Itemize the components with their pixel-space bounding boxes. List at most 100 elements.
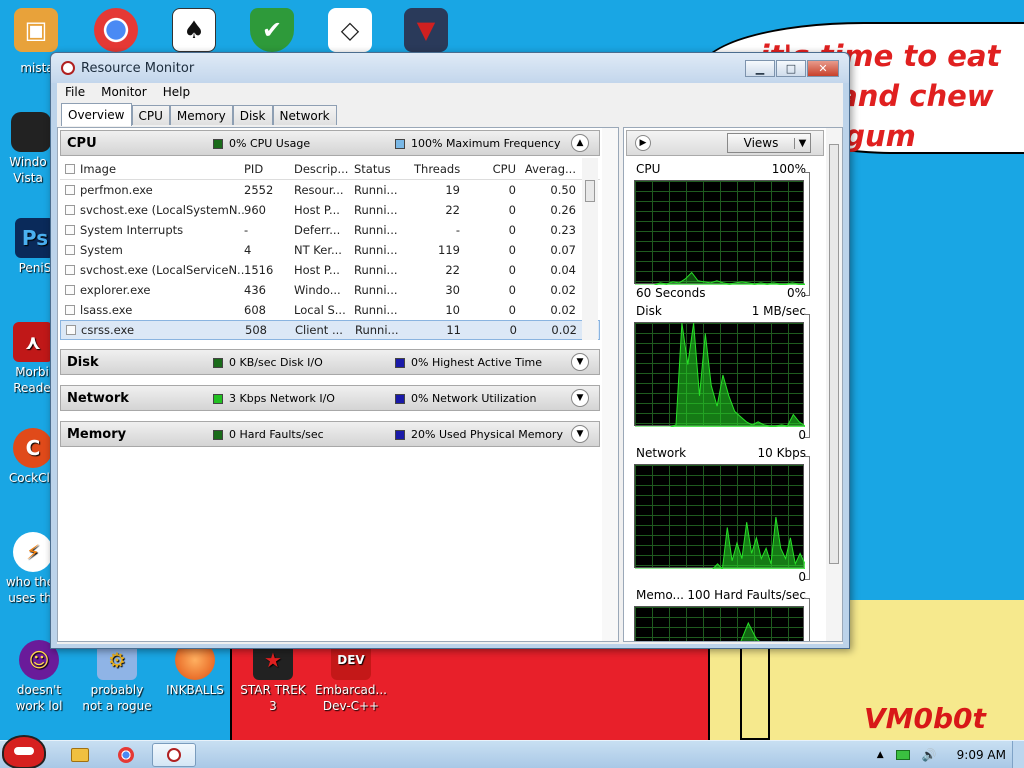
row-checkbox[interactable] [60,225,80,235]
tab-network[interactable]: Network [272,105,337,125]
overview-scrollbar[interactable] [602,128,618,641]
chevron-right-icon[interactable]: ▶ [635,135,651,151]
views-dropdown[interactable]: Views ▼ [727,133,811,153]
shield-icon[interactable]: ✔ [250,8,294,52]
eagle-icon[interactable]: ▼ [404,8,448,52]
taskbar-chrome-button[interactable] [104,743,148,767]
cell-description: Client ... [295,323,343,337]
graph-scale: 100% [771,162,806,176]
title-bar[interactable]: Resource Monitor ▁ □ ✕ [51,53,849,83]
cpu-frequency-swatch [395,138,405,149]
row-checkbox[interactable] [60,205,80,215]
column-status[interactable]: Status [354,162,414,176]
cell-average: 0.02 [551,323,577,337]
graph-pane-toolbar: ▶ Views ▼ [626,130,824,156]
table-row[interactable]: svchost.exe (LocalSystemN... 960 Host P...… [60,200,600,220]
scrollbar-thumb[interactable] [829,144,839,564]
network-tray-icon[interactable] [895,750,910,760]
chevron-down-icon[interactable]: ▼ [571,389,589,407]
cell-image: lsass.exe [80,303,133,317]
unity-icon[interactable]: ◇ [328,8,372,52]
row-checkbox[interactable] [60,305,80,315]
column-pid[interactable]: PID [244,162,294,176]
row-checkbox[interactable] [60,245,80,255]
solitaire-icon[interactable]: ♠ [172,8,216,52]
chrome-icon[interactable] [94,8,138,52]
cell-threads: 119 [438,243,460,257]
table-row[interactable]: System 4 NT Ker... Runni... 119 0 0.07 [60,240,600,260]
graph-scale: 10 Kbps [757,446,806,460]
column-cpu[interactable]: CPU [460,162,516,176]
taskbar-explorer-button[interactable] [58,743,102,767]
row-checkbox[interactable] [60,285,80,295]
desktop-icon-devcpp[interactable]: DEV Embarcad... Dev-C++ [314,640,388,714]
close-button[interactable]: ✕ [807,60,839,77]
select-all-checkbox[interactable] [60,163,80,174]
menu-help[interactable]: Help [163,85,190,99]
desktop-icon-label: Embarcad... Dev-C++ [315,683,387,713]
desktop-icon-startrek[interactable]: ★ STAR TREK 3 [236,640,310,714]
cell-pid: 2552 [244,183,274,197]
table-row[interactable]: perfmon.exe 2552 Resour... Runni... 19 0 0.50 [60,180,600,200]
network-section-header[interactable]: Network 3 Kbps Network I/O 0% Network Ut… [60,385,600,411]
column-threads[interactable]: Threads [414,162,460,176]
clock[interactable]: 9:09 AM [957,748,1006,762]
menu-file[interactable]: File [65,85,85,99]
volume-icon[interactable]: 🔊 [922,748,937,762]
table-row[interactable]: System Interrupts - Deferr... Runni... - 0 0.2… [60,220,600,240]
folder-tools-icon[interactable]: ▣ [14,8,58,52]
cell-status: Runni... [354,243,398,257]
memory-section-header[interactable]: Memory 0 Hard Faults/sec 20% Used Physic… [60,421,600,447]
disk-io-swatch [213,357,223,368]
cell-pid: 960 [244,203,266,217]
tab-cpu[interactable]: CPU [131,105,170,125]
cell-description: NT Ker... [294,243,342,257]
wallpaper-yellow-leg [740,640,770,740]
cell-status: Runni... [354,203,398,217]
network-io-text: 3 Kbps Network I/O [229,392,335,405]
disk-section-header[interactable]: Disk 0 KB/sec Disk I/O 0% Highest Active… [60,349,600,375]
network-util-metric: 0% Network Utilization [395,392,537,405]
desktop-icon-yahoo[interactable]: ☺ doesn't work lol [2,640,76,714]
resource-monitor-icon [61,61,75,75]
table-row[interactable]: lsass.exe 608 Local S... Runni... 10 0 0.02 [60,300,600,320]
table-row[interactable]: explorer.exe 436 Windo... Runni... 30 0 0.02 [60,280,600,300]
maximize-button[interactable]: □ [776,60,806,77]
cpu-section-header[interactable]: CPU 0% CPU Usage 100% Maximum Frequency … [60,130,600,156]
chevron-down-icon[interactable]: ▼ [571,353,589,371]
table-row[interactable]: csrss.exe 508 Client ... Runni... 11 0 0.02 [60,320,600,340]
cell-threads: 19 [445,183,460,197]
cell-cpu: 0 [508,243,516,257]
cell-cpu: 0 [508,283,516,297]
process-table-scrollbar[interactable] [582,158,598,340]
cell-pid: 508 [245,323,267,337]
column-description[interactable]: Descrip... [294,162,354,176]
show-desktop-button[interactable] [1012,741,1024,768]
physical-memory-metric: 20% Used Physical Memory [395,428,563,441]
table-row[interactable]: svchost.exe (LocalServiceN... 1516 Host P.… [60,260,600,280]
tab-memory[interactable]: Memory [169,105,233,125]
chevron-down-icon[interactable]: ▼ [571,425,589,443]
cpu-process-table: Image PID Descrip... Status Threads CPU … [60,158,600,340]
network-section-title: Network [67,391,129,406]
minimize-button[interactable]: ▁ [745,60,775,77]
taskbar-resource-monitor-button[interactable] [152,743,196,767]
column-image[interactable]: Image [80,162,244,176]
row-checkbox[interactable] [60,185,80,195]
row-checkbox[interactable] [61,325,81,335]
chevron-up-icon[interactable]: ▲ [571,134,589,152]
menu-monitor[interactable]: Monitor [101,85,147,99]
scrollbar-thumb[interactable] [585,180,595,202]
cell-cpu: 0 [508,183,516,197]
cell-image: svchost.exe (LocalServiceN... [80,263,244,277]
tab-overview[interactable]: Overview [61,103,132,126]
pdf-reader-icon: ⋏ [13,322,53,362]
graph-pane-scrollbar[interactable] [826,128,842,641]
row-checkbox[interactable] [60,265,80,275]
tab-disk[interactable]: Disk [232,105,273,125]
start-button[interactable] [2,735,46,768]
graph-bracket [804,172,810,296]
chevron-up-icon[interactable]: ▲ [877,750,884,760]
column-average[interactable]: Averag... [516,162,576,176]
desktop-icon-rogue[interactable]: ⚙ probably not a rogue [80,640,154,714]
